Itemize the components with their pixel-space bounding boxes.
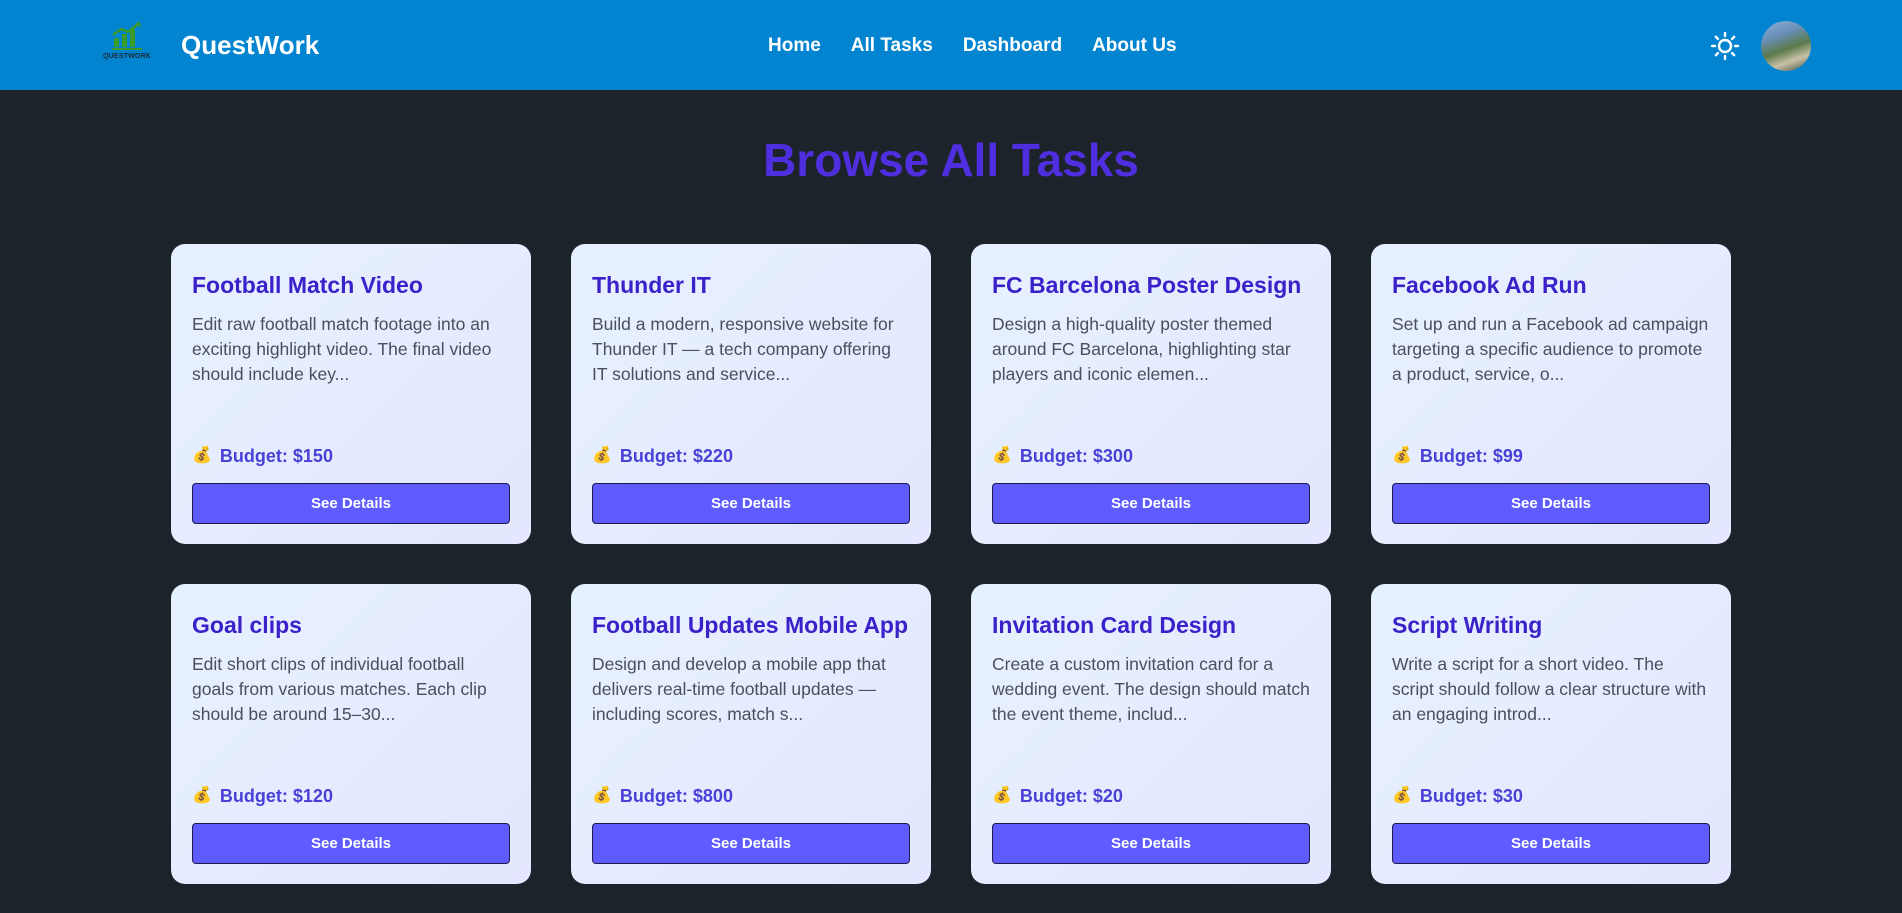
task-title: Goal clips — [192, 612, 302, 638]
nav-all-tasks[interactable]: All Tasks — [851, 33, 933, 59]
see-details-button[interactable]: See Details — [592, 823, 910, 864]
brand-logo[interactable]: QUESTWORK — [100, 20, 154, 66]
task-title: Script Writing — [1392, 612, 1543, 638]
nav-about-us[interactable]: About Us — [1092, 33, 1176, 59]
task-card: Football Updates Mobile App Design and d… — [571, 584, 931, 884]
task-description: Write a script for a short video. The sc… — [1392, 654, 1707, 724]
chart-logo-icon — [112, 21, 142, 50]
budget-amount: Budget: $30 — [1419, 786, 1523, 806]
nav-dashboard[interactable]: Dashboard — [963, 33, 1062, 59]
budget-amount: Budget: $800 — [619, 786, 733, 806]
logo-text: QUESTWORK — [102, 53, 152, 60]
task-budget: 💰 Budget: $120 — [192, 785, 333, 807]
see-details-button[interactable]: See Details — [992, 823, 1310, 864]
task-title: Football Updates Mobile App — [592, 612, 909, 638]
task-budget: 💰 Budget: $800 — [592, 785, 733, 807]
task-grid: Football Match Video Edit raw football m… — [171, 244, 1731, 884]
task-budget: 💰 Budget: $30 — [1392, 785, 1523, 807]
task-card: FC Barcelona Poster Design Design a high… — [971, 244, 1331, 544]
see-details-button[interactable]: See Details — [1392, 483, 1710, 524]
task-card: Goal clips Edit short clips of individua… — [171, 584, 531, 884]
money-bag-icon: 💰 — [992, 447, 1012, 464]
budget-amount: Budget: $220 — [619, 446, 733, 466]
task-budget: 💰 Budget: $20 — [992, 785, 1123, 807]
task-card: Script Writing Write a script for a shor… — [1371, 584, 1731, 884]
task-description: Design a high-quality poster themed arou… — [992, 314, 1291, 384]
budget-amount: Budget: $20 — [1019, 786, 1123, 806]
money-bag-icon: 💰 — [992, 787, 1012, 804]
task-title: Thunder IT — [592, 272, 711, 298]
sun-icon — [1710, 31, 1740, 61]
theme-toggle-button[interactable] — [1710, 31, 1740, 61]
money-bag-icon: 💰 — [592, 787, 612, 804]
task-budget: 💰 Budget: $220 — [592, 445, 733, 467]
money-bag-icon: 💰 — [1392, 447, 1412, 464]
budget-amount: Budget: $99 — [1419, 446, 1523, 466]
task-description: Set up and run a Facebook ad campaign ta… — [1392, 314, 1709, 384]
user-avatar[interactable] — [1761, 21, 1811, 71]
money-bag-icon: 💰 — [192, 787, 212, 804]
task-card: Thunder IT Build a modern, responsive we… — [571, 244, 931, 544]
task-budget: 💰 Budget: $99 — [1392, 445, 1523, 467]
money-bag-icon: 💰 — [592, 447, 612, 464]
task-card: Invitation Card Design Create a custom i… — [971, 584, 1331, 884]
see-details-button[interactable]: See Details — [592, 483, 910, 524]
money-bag-icon: 💰 — [1392, 787, 1412, 804]
task-title: Football Match Video — [192, 272, 423, 298]
see-details-button[interactable]: See Details — [992, 483, 1310, 524]
task-title: Facebook Ad Run — [1392, 272, 1587, 298]
task-title: FC Barcelona Poster Design — [992, 272, 1302, 298]
task-card: Football Match Video Edit raw football m… — [171, 244, 531, 544]
task-title: Invitation Card Design — [992, 612, 1237, 638]
see-details-button[interactable]: See Details — [192, 483, 510, 524]
main-nav: Home All Tasks Dashboard About Us — [768, 33, 1177, 59]
task-description: Create a custom invitation card for a we… — [992, 654, 1310, 724]
budget-amount: Budget: $150 — [219, 446, 333, 466]
see-details-button[interactable]: See Details — [1392, 823, 1710, 864]
brand-name[interactable]: QuestWork — [181, 30, 319, 61]
navbar: QUESTWORK QuestWork Home All Tasks Dashb… — [0, 0, 1902, 90]
see-details-button[interactable]: See Details — [192, 823, 510, 864]
budget-amount: Budget: $120 — [219, 786, 333, 806]
task-description: Edit raw football match footage into an … — [192, 314, 492, 384]
task-description: Design and develop a mobile app that del… — [592, 654, 886, 724]
task-description: Edit short clips of individual football … — [192, 654, 487, 724]
task-budget: 💰 Budget: $150 — [192, 445, 333, 467]
nav-home[interactable]: Home — [768, 33, 821, 59]
money-bag-icon: 💰 — [192, 447, 212, 464]
task-description: Build a modern, responsive website for T… — [592, 314, 894, 384]
task-card: Facebook Ad Run Set up and run a Faceboo… — [1371, 244, 1731, 544]
budget-amount: Budget: $300 — [1019, 446, 1133, 466]
page-title: Browse All Tasks — [763, 134, 1139, 186]
task-budget: 💰 Budget: $300 — [992, 445, 1133, 467]
